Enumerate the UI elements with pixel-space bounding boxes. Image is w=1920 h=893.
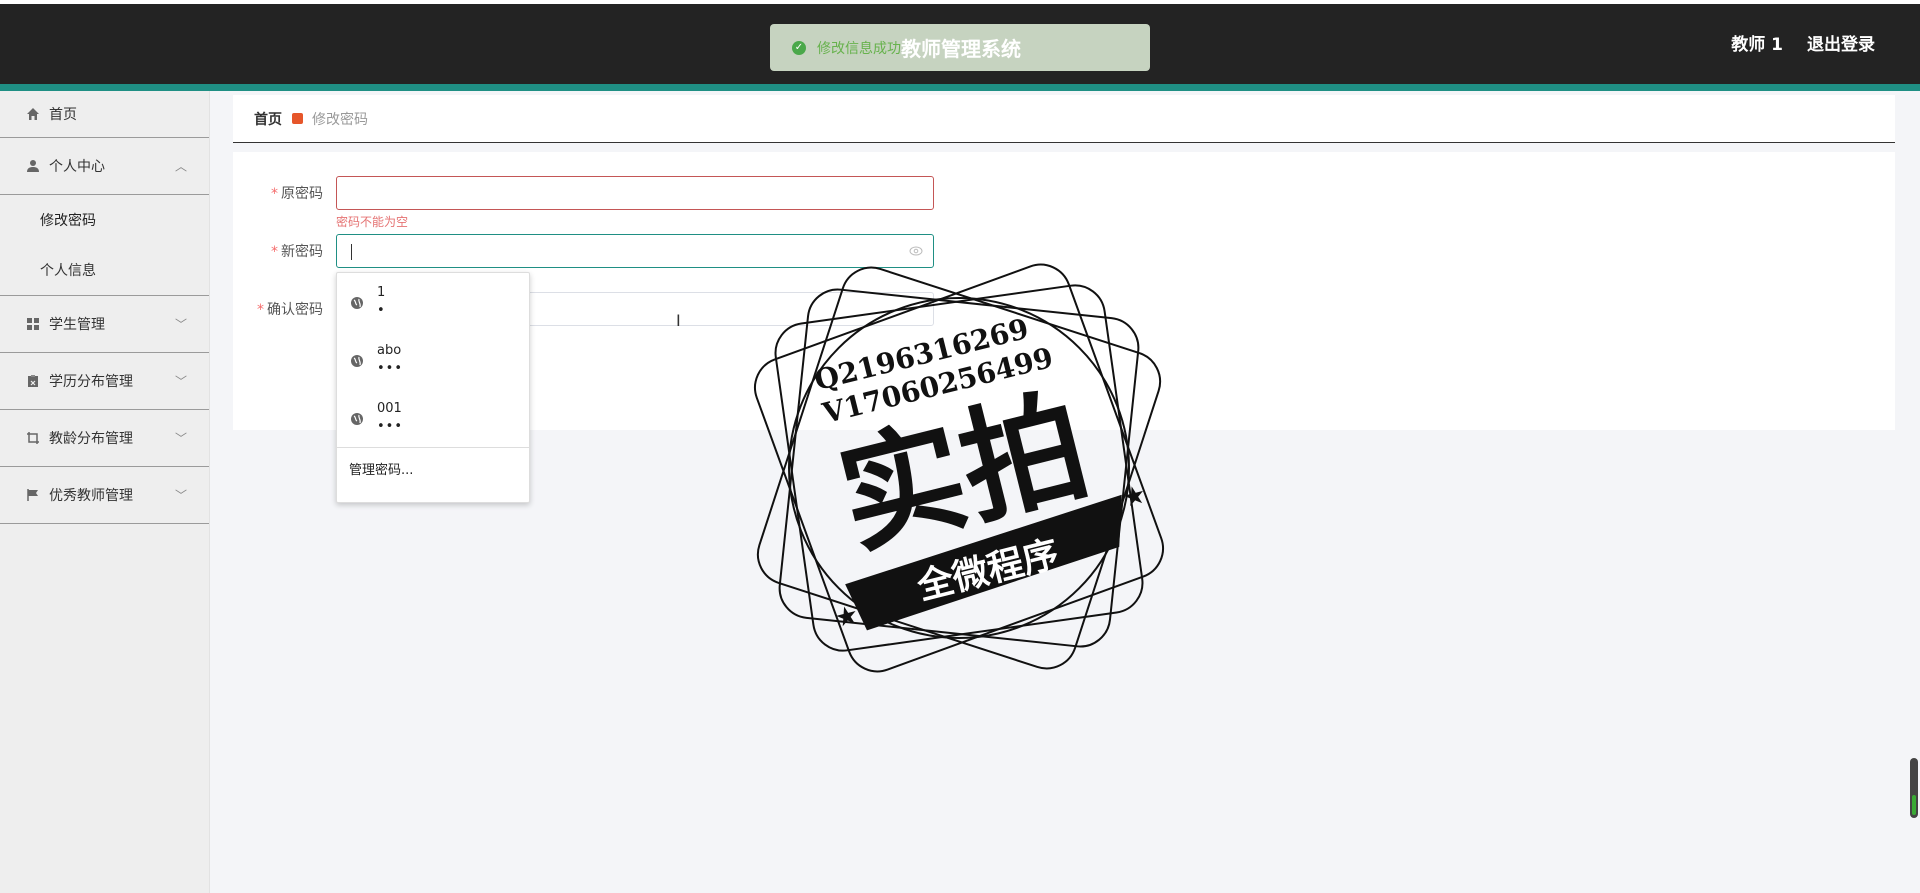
autocomplete-item[interactable]: 001 ••• xyxy=(337,389,529,447)
autocomplete-user: abo xyxy=(377,343,402,358)
chevron-up-icon: ︿ xyxy=(174,159,187,174)
header-top-gap xyxy=(0,0,1920,4)
user-name[interactable]: 教师 1 xyxy=(1731,30,1783,55)
crop-icon xyxy=(25,430,41,446)
home-icon xyxy=(25,106,41,122)
sidebar-item-personal-center[interactable]: 个人中心 ︿ xyxy=(0,138,209,195)
globe-icon xyxy=(350,353,364,367)
old-password-label: * 原密码 xyxy=(271,186,323,202)
success-toast: ✓ 修改信息成功 教师管理系统 xyxy=(770,24,1150,71)
clipboard-icon xyxy=(25,373,41,389)
autocomplete-pass: ••• xyxy=(377,419,404,434)
globe-icon xyxy=(350,411,364,425)
manage-passwords-link[interactable]: 管理密码... xyxy=(337,448,529,488)
app-title: 教师管理系统 xyxy=(901,37,1021,61)
globe-icon xyxy=(350,295,364,309)
breadcrumb-current: 修改密码 xyxy=(312,111,368,128)
breadcrumb: 首页 修改密码 xyxy=(233,95,1895,143)
watermark-banner: 全微程序 xyxy=(912,533,1063,609)
sidebar-subitem-change-password[interactable]: 修改密码 xyxy=(0,195,209,245)
scrollbar-thumb[interactable] xyxy=(1912,795,1916,815)
check-circle-icon: ✓ xyxy=(792,40,806,55)
user-icon xyxy=(25,158,41,174)
star-icon: ★ xyxy=(1119,479,1149,514)
eye-icon[interactable] xyxy=(909,244,923,260)
flag-icon xyxy=(25,487,41,503)
chevron-down-icon: ﹀ xyxy=(174,488,187,503)
star-icon: ★ xyxy=(832,599,862,634)
autocomplete-pass: • xyxy=(377,303,386,318)
sidebar-item-students[interactable]: 学生管理 ﹀ xyxy=(0,296,209,353)
toast-message: 修改信息成功 xyxy=(817,40,901,57)
sidebar-item-label: 个人中心 xyxy=(49,159,105,175)
sidebar-item-label: 优秀教师管理 xyxy=(49,488,133,504)
text-caret xyxy=(351,244,352,260)
sidebar-item-label: 学生管理 xyxy=(49,317,105,333)
old-password-input[interactable] xyxy=(336,176,934,210)
bag-icon xyxy=(292,113,303,124)
chevron-down-icon: ﹀ xyxy=(174,431,187,446)
logout-link[interactable]: 退出登录 xyxy=(1807,30,1875,55)
autocomplete-item[interactable]: 1 • xyxy=(337,273,529,331)
ibeam-cursor-icon: I xyxy=(676,311,681,330)
sidebar-subitem-personal-info[interactable]: 个人信息 xyxy=(0,245,209,296)
old-password-row: * 原密码 xyxy=(233,176,323,210)
grid-icon xyxy=(25,316,41,332)
autocomplete-item[interactable]: abo ••• xyxy=(337,331,529,389)
sidebar: 首页 个人中心 ︿ 修改密码 个人信息 学生管理 ﹀ 学历分布管理 ﹀ 教龄分布… xyxy=(0,91,210,893)
sidebar-item-label: 教龄分布管理 xyxy=(49,431,133,447)
new-password-input[interactable] xyxy=(336,234,934,268)
autocomplete-user: 001 xyxy=(377,401,402,416)
sidebar-item-teaching-years[interactable]: 教龄分布管理 ﹀ xyxy=(0,410,209,467)
password-autocomplete: 1 • abo ••• 001 ••• 管理密码... xyxy=(336,272,530,503)
sidebar-item-label: 首页 xyxy=(49,107,77,123)
confirm-password-label: * 确认密码 xyxy=(257,302,323,318)
new-password-row: * 新密码 xyxy=(233,234,323,268)
sidebar-item-home[interactable]: 首页 xyxy=(0,91,209,138)
chevron-down-icon: ﹀ xyxy=(174,374,187,389)
autocomplete-pass: ••• xyxy=(377,361,404,376)
sidebar-item-excellent-teachers[interactable]: 优秀教师管理 ﹀ xyxy=(0,467,209,524)
old-password-error: 密码不能为空 xyxy=(336,215,409,229)
new-password-label: * 新密码 xyxy=(271,244,323,260)
header-accent-stripe xyxy=(0,84,1920,91)
confirm-password-row: * 确认密码 xyxy=(233,292,323,326)
sidebar-item-label: 学历分布管理 xyxy=(49,374,133,390)
chevron-down-icon: ﹀ xyxy=(174,317,187,332)
autocomplete-user: 1 xyxy=(377,285,386,300)
header-user-area: 教师 1 退出登录 xyxy=(1731,30,1875,55)
sidebar-item-education[interactable]: 学历分布管理 ﹀ xyxy=(0,353,209,410)
breadcrumb-home[interactable]: 首页 xyxy=(254,109,282,129)
